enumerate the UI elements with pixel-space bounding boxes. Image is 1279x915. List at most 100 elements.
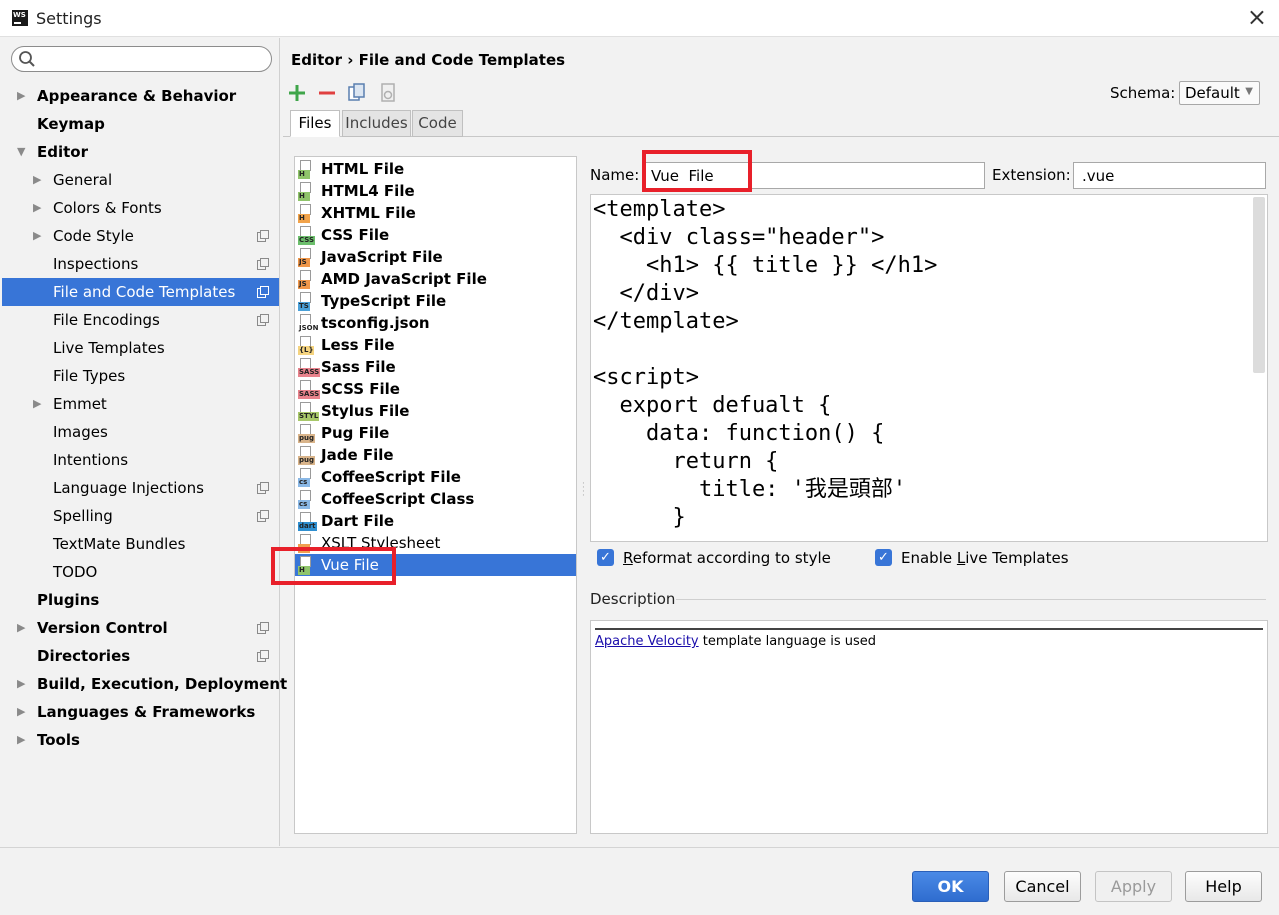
sidebar-item-label: Emmet (53, 395, 107, 413)
close-icon[interactable]: × (1247, 4, 1267, 30)
copy-icon[interactable] (346, 82, 368, 104)
sidebar-item-plugins[interactable]: Plugins (2, 586, 279, 614)
chevron-right-icon[interactable]: ▶ (17, 670, 29, 698)
template-item-jade-file[interactable]: pug Jade File (295, 444, 576, 466)
template-item-label: Dart File (321, 512, 395, 530)
project-level-icon (257, 482, 269, 494)
template-item-typescript-file[interactable]: TS TypeScript File (295, 290, 576, 312)
add-icon[interactable] (286, 82, 308, 104)
file-type-icon: STYL (298, 402, 320, 421)
sidebar-item-label: TextMate Bundles (53, 535, 186, 553)
chevron-down-icon[interactable]: ▼ (17, 138, 29, 166)
chevron-right-icon[interactable]: ▶ (33, 194, 45, 222)
sidebar-item-language-injections[interactable]: Language Injections (2, 474, 279, 502)
sidebar-item-label: Spelling (53, 507, 113, 525)
template-item-stylus-file[interactable]: STYL Stylus File (295, 400, 576, 422)
template-item-label: XSLT Stylesheet (321, 534, 441, 552)
sidebar-item-todo[interactable]: TODO (2, 558, 279, 586)
apache-velocity-link[interactable]: Apache Velocity (595, 634, 699, 649)
description-rule (595, 628, 1263, 630)
breadcrumb: Editor › File and Code Templates (291, 51, 566, 69)
chevron-right-icon[interactable]: ▶ (17, 614, 29, 642)
template-item-xhtml-file[interactable]: H XHTML File (295, 202, 576, 224)
template-item-coffeescript-class[interactable]: cs CoffeeScript Class (295, 488, 576, 510)
template-item-dart-file[interactable]: dart Dart File (295, 510, 576, 532)
sidebar-item-tools[interactable]: ▶ Tools (2, 726, 279, 754)
tab-files[interactable]: Files (290, 110, 340, 137)
template-item-html-file[interactable]: H HTML File (295, 158, 576, 180)
reset-icon[interactable] (377, 82, 399, 104)
sidebar-item-file-types[interactable]: File Types (2, 362, 279, 390)
sidebar-item-general[interactable]: ▶ General (2, 166, 279, 194)
sidebar-item-build-execution-deployment[interactable]: ▶ Build, Execution, Deployment (2, 670, 287, 698)
template-item-coffeescript-file[interactable]: cs CoffeeScript File (295, 466, 576, 488)
sidebar-item-label: Live Templates (53, 339, 165, 357)
name-field[interactable] (642, 162, 985, 189)
project-level-icon (257, 230, 269, 242)
sidebar-item-label: Build, Execution, Deployment (37, 675, 288, 693)
sidebar-item-emmet[interactable]: ▶ Emmet (2, 390, 279, 418)
template-item-scss-file[interactable]: SASS SCSS File (295, 378, 576, 400)
project-level-icon (257, 650, 269, 662)
sidebar-item-colors-fonts[interactable]: ▶ Colors & Fonts (2, 194, 279, 222)
sidebar-item-version-control[interactable]: ▶ Version Control (2, 614, 279, 642)
ok-button[interactable]: OK (912, 871, 989, 902)
template-item-less-file[interactable]: {L} Less File (295, 334, 576, 356)
template-item-vue-file[interactable]: H Vue File (295, 554, 576, 576)
template-item-label: HTML4 File (321, 182, 415, 200)
tab-includes[interactable]: Includes (342, 110, 411, 137)
sidebar-item-languages-frameworks[interactable]: ▶ Languages & Frameworks (2, 698, 279, 726)
chevron-right-icon[interactable]: ▶ (17, 698, 29, 726)
cancel-button[interactable]: Cancel (1004, 871, 1081, 902)
search-input[interactable] (40, 49, 265, 69)
template-item-tsconfig-json[interactable]: JSON tsconfig.json (295, 312, 576, 334)
sidebar-item-label: Inspections (53, 255, 139, 273)
template-item-xslt-stylesheet[interactable]: XSLT Stylesheet (295, 532, 576, 554)
chevron-right-icon[interactable]: ▶ (33, 166, 45, 194)
template-item-javascript-file[interactable]: JS JavaScript File (295, 246, 576, 268)
template-editor[interactable]: <template> <div class="header"> <h1> {{ … (590, 194, 1268, 542)
check-icon: ✓ (875, 549, 892, 566)
extension-field[interactable] (1073, 162, 1266, 189)
chevron-right-icon[interactable]: ▶ (33, 222, 45, 250)
template-item-css-file[interactable]: CSS CSS File (295, 224, 576, 246)
template-item-label: CSS File (321, 226, 390, 244)
sidebar-item-inspections[interactable]: Inspections (2, 250, 279, 278)
sidebar-item-images[interactable]: Images (2, 418, 279, 446)
file-type-icon: dart (298, 512, 317, 531)
sidebar-item-file-and-code-templates[interactable]: File and Code Templates (2, 278, 279, 306)
sidebar-item-intentions[interactable]: Intentions (2, 446, 279, 474)
template-item-html4-file[interactable]: H HTML4 File (295, 180, 576, 202)
editor-scrollbar[interactable] (1253, 197, 1265, 373)
reformat-checkbox[interactable]: ✓ Reformat according to style (597, 548, 837, 568)
remove-icon[interactable] (316, 82, 338, 104)
splitter-handle[interactable]: · · · · (582, 480, 586, 501)
project-level-icon (257, 314, 269, 326)
sidebar-item-spelling[interactable]: Spelling (2, 502, 279, 530)
template-item-sass-file[interactable]: SASS Sass File (295, 356, 576, 378)
chevron-right-icon[interactable]: ▶ (17, 82, 29, 110)
sidebar-item-directories[interactable]: Directories (2, 642, 279, 670)
sidebar-item-appearance-behavior[interactable]: ▶ Appearance & Behavior (2, 82, 279, 110)
chevron-right-icon[interactable]: ▶ (33, 390, 45, 418)
chevron-right-icon[interactable]: ▶ (17, 726, 29, 754)
tab-code[interactable]: Code (412, 110, 463, 137)
schema-select[interactable]: Default ▼ (1179, 81, 1260, 105)
sidebar-item-live-templates[interactable]: Live Templates (2, 334, 279, 362)
apply-button[interactable]: Apply (1095, 871, 1172, 902)
sidebar-item-file-encodings[interactable]: File Encodings (2, 306, 279, 334)
template-item-amd-javascript-file[interactable]: JS AMD JavaScript File (295, 268, 576, 290)
template-item-label: Vue File (321, 556, 379, 574)
file-type-icon: H (298, 182, 316, 201)
help-button[interactable]: Help (1185, 871, 1262, 902)
template-item-pug-file[interactable]: pug Pug File (295, 422, 576, 444)
sidebar-item-textmate-bundles[interactable]: TextMate Bundles (2, 530, 279, 558)
code-line: title: '我是頭部' (593, 477, 907, 502)
sidebar-item-keymap[interactable]: Keymap (2, 110, 279, 138)
settings-search[interactable] (11, 46, 272, 72)
sidebar-item-editor[interactable]: ▼ Editor (2, 138, 279, 166)
settings-tree-pane: ▶ Appearance & Behavior Keymap ▼ Editor ▶ Gene… (2, 38, 287, 846)
live-templates-checkbox[interactable]: ✓ Enable Live Templates (875, 548, 1075, 568)
name-label: Name: (590, 166, 640, 184)
sidebar-item-code-style[interactable]: ▶ Code Style (2, 222, 279, 250)
